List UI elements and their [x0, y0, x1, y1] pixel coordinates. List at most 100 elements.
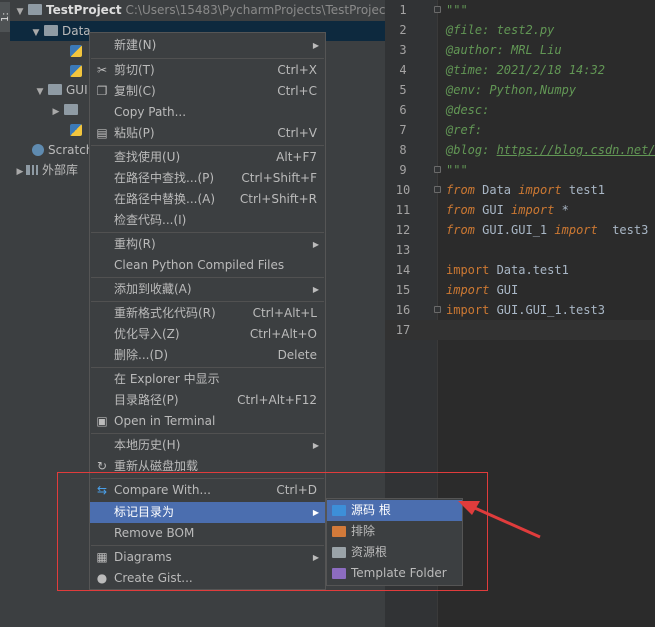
- code-line[interactable]: 6 @desc:: [385, 100, 655, 120]
- menu-label: 剪切(T): [114, 63, 155, 77]
- refresh-icon: ↻: [96, 459, 108, 473]
- menu-item-add-to-favorites[interactable]: 添加到收藏(A) ▶: [90, 279, 325, 300]
- project-tool-tab[interactable]: 1: Proj: [0, 2, 10, 32]
- submenu-arrow-icon: ▶: [312, 441, 319, 450]
- tree-root-row[interactable]: ▼ TestProject C:\Users\15483\PycharmProje…: [14, 0, 385, 20]
- menu-label: 复制(C): [114, 84, 156, 98]
- tree-row-py-file[interactable]: [70, 61, 86, 81]
- menu-item-find-usages[interactable]: 查找使用(U) Alt+F7: [90, 147, 325, 168]
- tree-row-py-file[interactable]: [70, 120, 86, 140]
- submenu-item-resources-root[interactable]: 资源根: [327, 542, 462, 563]
- menu-item-delete[interactable]: 删除...(D) Delete: [90, 345, 325, 366]
- menu-item-optimize-imports[interactable]: 优化导入(Z) Ctrl+Alt+O: [90, 324, 325, 345]
- menu-separator: [91, 277, 324, 278]
- blog-link[interactable]: https://blog.csdn.net/q: [497, 143, 655, 157]
- code-text: @env: Python,Numpy: [446, 83, 577, 97]
- code-line[interactable]: 9 """: [385, 160, 655, 180]
- code-text: @blog:: [446, 143, 497, 157]
- menu-item-reformat[interactable]: 重新格式化代码(R) Ctrl+Alt+L: [90, 303, 325, 324]
- submenu-item-template-folder[interactable]: Template Folder: [327, 563, 462, 584]
- menu-label: 新建(N): [114, 38, 157, 52]
- fold-marker-icon[interactable]: [434, 186, 441, 193]
- code-line[interactable]: 1 """: [385, 0, 655, 20]
- fold-marker-icon[interactable]: [434, 166, 441, 173]
- line-number: 5: [399, 83, 407, 97]
- menu-item-local-history[interactable]: 本地历史(H) ▶: [90, 435, 325, 456]
- code-line[interactable]: 11 from GUI import *: [385, 200, 655, 220]
- menu-item-find-in-path[interactable]: 在路径中查找...(P) Ctrl+Shift+F: [90, 168, 325, 189]
- keyword: from: [446, 223, 475, 237]
- tree-row-scratches[interactable]: Scratch: [32, 140, 93, 160]
- menu-item-reload-from-disk[interactable]: ↻ 重新从磁盘加载: [90, 456, 325, 477]
- submenu-item-sources-root[interactable]: 源码 根: [327, 500, 462, 521]
- code-line[interactable]: 7 @ref:: [385, 120, 655, 140]
- tree-row-external-libs[interactable]: ▶ 外部库: [14, 160, 78, 180]
- menu-item-directory-path[interactable]: 目录路径(P) Ctrl+Alt+F12: [90, 390, 325, 411]
- code-text: GUI: [489, 283, 519, 297]
- paste-icon: ▤: [96, 126, 108, 140]
- expand-arrow-icon[interactable]: ▼: [30, 23, 42, 43]
- diagram-icon: ▦: [96, 550, 108, 564]
- keyword: from: [446, 183, 475, 197]
- menu-label: 本地历史(H): [114, 438, 181, 452]
- code-line[interactable]: 2 @file: test2.py: [385, 20, 655, 40]
- tree-row-subfolder[interactable]: ▶: [50, 100, 82, 120]
- code-line[interactable]: 13: [385, 240, 655, 260]
- menu-item-cut[interactable]: ✂ 剪切(T) Ctrl+X: [90, 60, 325, 81]
- scratches-label: Scratch: [48, 143, 94, 157]
- code-line[interactable]: 5 @env: Python,Numpy: [385, 80, 655, 100]
- fold-marker-icon[interactable]: [434, 6, 441, 13]
- menu-label: 在 Explorer 中显示: [114, 372, 220, 386]
- code-text: @desc:: [446, 103, 490, 117]
- menu-item-refactor[interactable]: 重构(R) ▶: [90, 234, 325, 255]
- menu-item-open-in-terminal[interactable]: ▣ Open in Terminal: [90, 411, 325, 432]
- code-line-current[interactable]: 17: [385, 320, 655, 340]
- tree-row-gui[interactable]: ▼ GUI: [34, 80, 88, 100]
- menu-separator: [91, 145, 324, 146]
- code-text: GUI.GUI_1: [474, 223, 555, 237]
- external-libs-label: 外部库: [42, 163, 79, 177]
- code-line[interactable]: 3 @author: MRL Liu: [385, 40, 655, 60]
- menu-item-copy[interactable]: ❐ 复制(C) Ctrl+C: [90, 81, 325, 102]
- code-line[interactable]: 16 import GUI.GUI_1.test3: [385, 300, 655, 320]
- library-icon: [26, 165, 38, 175]
- menu-item-new[interactable]: 新建(N) ▶: [90, 35, 325, 56]
- menu-item-compare-with[interactable]: ⇆ Compare With... Ctrl+D: [90, 480, 325, 501]
- menu-item-copy-path[interactable]: Copy Path...: [90, 102, 325, 123]
- menu-item-remove-bom[interactable]: Remove BOM: [90, 523, 325, 544]
- expand-arrow-icon[interactable]: ▼: [14, 2, 26, 22]
- code-line[interactable]: 14 import Data.test1: [385, 260, 655, 280]
- collapse-arrow-icon[interactable]: ▶: [50, 102, 62, 122]
- menu-item-show-in-explorer[interactable]: 在 Explorer 中显示: [90, 369, 325, 390]
- submenu-item-excluded[interactable]: 排除: [327, 521, 462, 542]
- menu-separator: [91, 545, 324, 546]
- menu-label: 重新格式化代码(R): [114, 306, 216, 320]
- menu-item-diagrams[interactable]: ▦ Diagrams ▶: [90, 547, 325, 568]
- menu-label: 在路径中替换...(A): [114, 192, 216, 206]
- menu-label: Open in Terminal: [114, 414, 216, 428]
- menu-item-inspect-code[interactable]: 检查代码...(I): [90, 210, 325, 231]
- menu-item-replace-in-path[interactable]: 在路径中替换...(A) Ctrl+Shift+R: [90, 189, 325, 210]
- menu-item-mark-directory-as[interactable]: 标记目录为 ▶: [90, 502, 325, 523]
- menu-shortcut: Ctrl+Alt+O: [249, 327, 317, 341]
- code-line[interactable]: 4 @time: 2021/2/18 14:32: [385, 60, 655, 80]
- menu-label: 优化导入(Z): [114, 327, 180, 341]
- tree-row-py-file[interactable]: [70, 41, 86, 61]
- scissors-icon: ✂: [96, 63, 108, 77]
- line-number: 15: [395, 283, 411, 297]
- menu-item-clean-python[interactable]: Clean Python Compiled Files: [90, 255, 325, 276]
- code-line[interactable]: 15 import GUI: [385, 280, 655, 300]
- code-line[interactable]: 12 from GUI.GUI_1 import test3: [385, 220, 655, 240]
- code-line[interactable]: 10 from Data import test1: [385, 180, 655, 200]
- keyword: from: [446, 203, 475, 217]
- collapse-arrow-icon[interactable]: ▶: [14, 162, 26, 182]
- menu-item-create-gist[interactable]: ● Create Gist...: [90, 568, 325, 589]
- folder-icon: [48, 84, 62, 95]
- fold-marker-icon[interactable]: [434, 306, 441, 313]
- expand-arrow-icon[interactable]: ▼: [34, 82, 46, 102]
- line-number: 4: [399, 63, 407, 77]
- menu-item-paste[interactable]: ▤ 粘贴(P) Ctrl+V: [90, 123, 325, 144]
- line-number: 10: [395, 183, 411, 197]
- submenu-arrow-icon: ▶: [312, 285, 319, 294]
- code-line[interactable]: 8 @blog: https://blog.csdn.net/q: [385, 140, 655, 160]
